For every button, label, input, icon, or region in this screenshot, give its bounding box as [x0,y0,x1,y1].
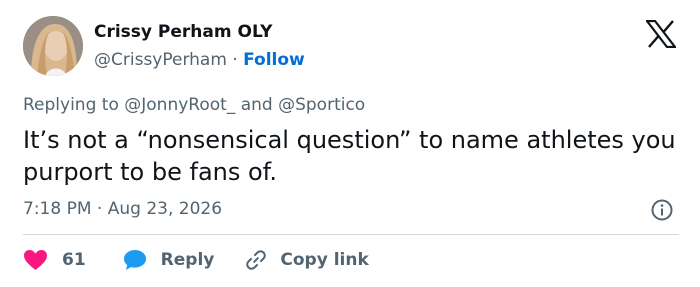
handle-separator: · [232,50,238,70]
copy-link-label: Copy link [280,250,369,270]
heart-icon [24,250,47,270]
copy-link-button[interactable]: Copy link [244,248,369,272]
author-display-name[interactable]: Crissy Perham OLY [94,22,272,42]
mention-sportico[interactable]: @Sportico [278,95,365,115]
reply-bubble-icon [123,250,146,270]
tweet-card: Crissy Perham OLY @CrissyPerham · Follow… [0,0,700,287]
info-icon[interactable] [650,198,674,222]
tweet-date: Aug 23, 2026 [107,199,223,219]
reply-conjunction: and [240,95,273,115]
link-icon [246,250,267,270]
avatar-image [23,16,83,76]
divider [23,234,679,235]
x-logo-icon[interactable] [646,20,676,48]
reply-context: Replying to @JonnyRoot_ and @Sportico [23,95,365,115]
tweet-text: It’s not a “nonsensical question” to nam… [23,126,676,186]
reply-button[interactable]: Reply [123,249,215,271]
avatar[interactable] [23,16,83,76]
author-handle-row: @CrissyPerham · Follow [94,50,305,70]
like-count: 61 [62,250,86,270]
reply-label: Reply [160,250,215,270]
follow-button[interactable]: Follow [243,50,305,70]
reply-prefix: Replying to [23,95,119,115]
mention-jonnyroot[interactable]: @JonnyRoot_ [124,95,235,115]
tweet-time: 7:18 PM [23,199,92,219]
author-handle[interactable]: @CrissyPerham [94,50,227,70]
tweet-timestamp[interactable]: 7:18 PM · Aug 23, 2026 [23,199,222,219]
action-bar: 61 Reply Copy link [23,246,369,274]
timestamp-separator: · [96,199,103,219]
like-button[interactable]: 61 [23,249,86,271]
